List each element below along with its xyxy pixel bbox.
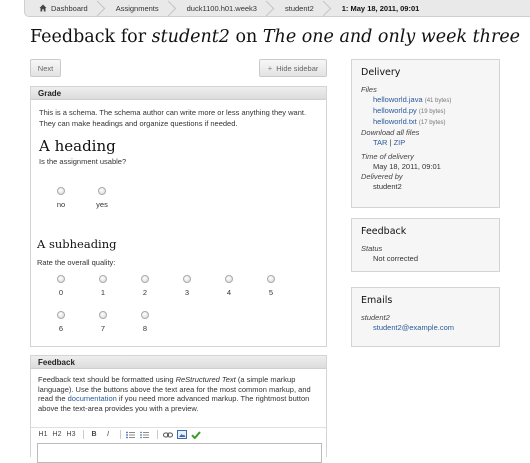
feedback-instructions: Feedback text should be formatted using … [38,375,311,413]
documentation-link[interactable]: documentation [68,394,117,403]
email-student-label: student2 [361,313,390,322]
radio-button[interactable] [57,275,65,283]
toolbar-divider [83,430,84,439]
option-4[interactable]: 4 [214,275,244,297]
plus-icon: + [267,63,273,73]
radio-button[interactable] [141,275,149,283]
breadcrumb-delivery: 1: May 18, 2011, 09:01 [341,3,420,13]
tar-link[interactable]: TAR [373,138,387,147]
time-label: Time of delivery [361,152,414,161]
option-5[interactable]: 5 [256,275,286,297]
download-links: TAR | ZIP [373,138,406,147]
hide-sidebar-button[interactable]: + Hide sidebar [259,59,327,77]
zip-link[interactable]: ZIP [394,138,406,147]
italic-button[interactable]: I [102,429,114,440]
breadcrumb: Dashboard Assignments duck1100.h01.week3… [24,0,530,17]
home-icon [39,4,47,12]
bullet-list-icon[interactable] [125,429,137,440]
file-link[interactable]: helloworld.java [373,95,423,104]
markup-toolbar: H1 H2 H3 B I [31,427,326,441]
image-icon[interactable] [176,429,188,440]
option-2[interactable]: 2 [130,275,160,297]
toolbar-divider [157,430,158,439]
numbered-list-icon[interactable] [139,429,151,440]
feedback-header: Feedback [31,356,326,369]
option-yes[interactable]: yes [87,187,117,209]
status-label: Status [361,244,383,253]
next-button[interactable]: Next [30,59,61,77]
preview-check-icon[interactable] [190,429,202,440]
breadcrumb-label: Dashboard [51,3,88,13]
schema-subheading: A subheading [37,237,117,251]
question-quality: Rate the overall quality: [37,258,116,267]
breadcrumb-student[interactable]: student2 [271,0,328,17]
option-7[interactable]: 7 [88,311,118,333]
files-label: Files [361,85,377,94]
file-link[interactable]: helloworld.py [373,106,417,115]
emails-box: Emails student2 student2@example.com [351,287,500,347]
radio-button[interactable] [99,275,107,283]
feedback-panel: Feedback Feedback text should be formatt… [30,355,327,463]
delivery-box: Delivery Files helloworld.java (41 bytes… [351,59,500,208]
bold-button[interactable]: B [88,429,100,440]
status-value: Not corrected [373,254,419,263]
schema-heading: A heading [39,137,116,155]
option-3[interactable]: 3 [172,275,202,297]
file-item: helloworld.py (19 bytes) [373,106,446,115]
toolbar-divider [120,430,121,439]
breadcrumb-assignments[interactable]: Assignments [102,0,173,17]
h2-button[interactable]: H2 [51,429,63,440]
emails-title: Emails [361,295,393,306]
email-link[interactable]: student2@example.com [373,323,454,332]
grade-panel: Grade This is a schema. The schema autho… [30,86,327,347]
file-item: helloworld.java (41 bytes) [373,95,452,104]
grade-header: Grade [31,87,326,100]
option-8[interactable]: 8 [130,311,160,333]
delivery-time: May 18, 2011, 09:01 [373,162,441,171]
option-0[interactable]: 0 [46,275,76,297]
file-item: helloworld.txt (17 bytes) [373,117,446,126]
download-label: Download all files [361,128,420,137]
feedback-textarea[interactable] [37,443,322,463]
feedback-status-title: Feedback [361,226,407,237]
page-title: Feedback for student2 on The one and onl… [30,27,521,47]
question-usable: Is the assignment usable? [39,156,127,166]
option-no[interactable]: no [46,187,76,209]
radio-button[interactable] [183,275,191,283]
option-6[interactable]: 6 [46,311,76,333]
breadcrumb-period[interactable]: duck1100.h01.week3 [173,0,271,17]
radio-button[interactable] [98,187,106,195]
radio-button[interactable] [225,275,233,283]
radio-button[interactable] [267,275,275,283]
radio-button[interactable] [99,311,107,319]
delivery-title: Delivery [361,67,401,78]
radio-button[interactable] [57,187,65,195]
link-icon[interactable] [162,429,174,440]
feedback-status-box: Feedback Status Not corrected [351,218,500,272]
schema-intro: This is a schema. The schema author can … [39,108,307,128]
file-link[interactable]: helloworld.txt [373,117,417,126]
delivered-by: student2 [373,182,402,191]
h3-button[interactable]: H3 [65,429,77,440]
radio-button[interactable] [141,311,149,319]
delivered-by-label: Delivered by [361,172,403,181]
breadcrumb-dashboard[interactable]: Dashboard [25,0,102,17]
h1-button[interactable]: H1 [37,429,49,440]
option-1[interactable]: 1 [88,275,118,297]
radio-button[interactable] [57,311,65,319]
